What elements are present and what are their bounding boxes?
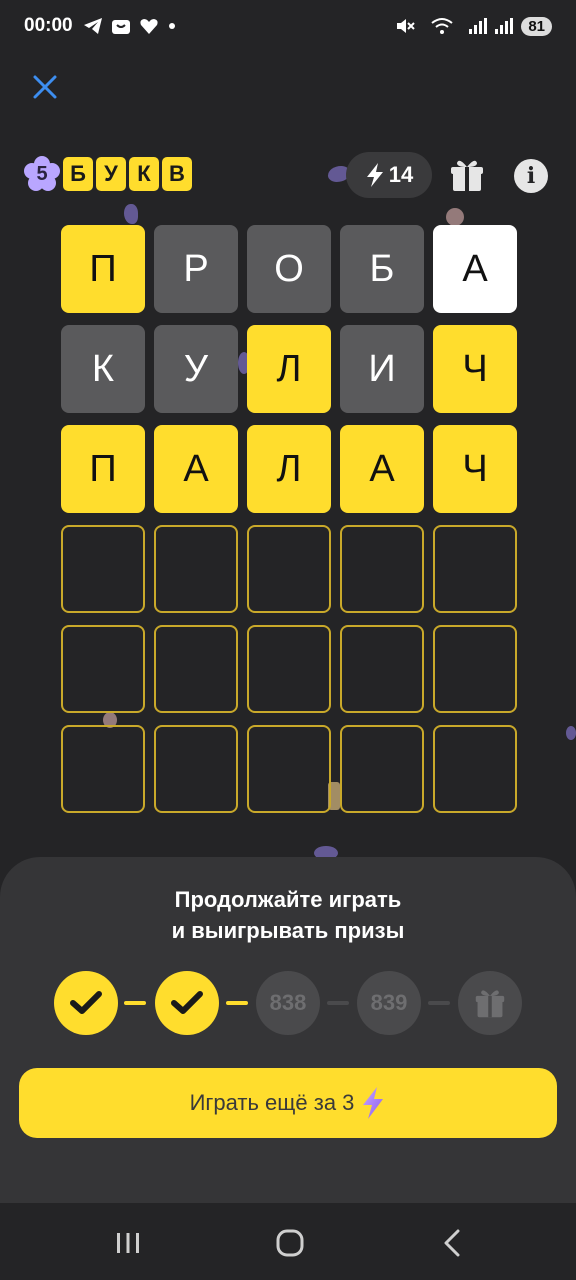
signal-icon-2: [495, 18, 514, 34]
progress-step-838: 838: [256, 971, 320, 1035]
letter-tile: А: [154, 425, 238, 513]
empty-tile: [433, 725, 517, 813]
progress-step-done: [155, 971, 219, 1035]
decor-blob: [566, 726, 576, 740]
lightning-icon: [366, 163, 383, 187]
signal-icon: [469, 18, 488, 34]
system-nav-bar: [0, 1203, 576, 1280]
status-bar: 00:00 81: [0, 0, 576, 52]
letter-tile: О: [247, 225, 331, 313]
progress-step-gift: [458, 971, 522, 1035]
telegram-icon: [83, 17, 103, 35]
empty-tile: [154, 625, 238, 713]
letter-tile: Ч: [433, 325, 517, 413]
letter-tile: Р: [154, 225, 238, 313]
letter-tile: Ч: [433, 425, 517, 513]
mute-icon: [395, 17, 416, 35]
battery-indicator: 81: [521, 16, 552, 36]
logo-letter: К: [129, 157, 159, 191]
progress-connector: [327, 1001, 349, 1005]
letter-tile: П: [61, 425, 145, 513]
sheet-title-line2: и выигрывать призы: [171, 918, 405, 943]
heart-icon: [139, 17, 159, 35]
gift-button[interactable]: [446, 154, 488, 196]
flower-badge-icon: 5: [24, 156, 60, 192]
empty-tile: [340, 625, 424, 713]
check-icon: [70, 991, 102, 1014]
empty-tile: [433, 625, 517, 713]
back-button[interactable]: [432, 1223, 472, 1263]
play-again-label: Играть ещё за 3: [189, 1090, 355, 1115]
home-button[interactable]: [270, 1223, 310, 1263]
letter-tile: Б: [340, 225, 424, 313]
progress-connector: [124, 1001, 146, 1005]
play-again-button[interactable]: Играть ещё за 3: [19, 1068, 557, 1138]
check-icon: [171, 991, 203, 1014]
home-icon: [276, 1229, 304, 1257]
letter-tile: Л: [247, 425, 331, 513]
letter-tile: А: [340, 425, 424, 513]
status-time: 00:00: [24, 15, 73, 36]
game-logo: 5 Б У К В: [24, 156, 192, 192]
lightning-icon: [363, 1087, 384, 1119]
logo-letter: У: [96, 157, 126, 191]
empty-tile: [340, 525, 424, 613]
info-button[interactable]: i: [514, 159, 548, 193]
empty-tile: [61, 525, 145, 613]
progress-connector: [226, 1001, 248, 1005]
recent-apps-button[interactable]: [108, 1223, 148, 1263]
empty-tile: [433, 525, 517, 613]
progress-tracker: 838 839: [54, 971, 522, 1035]
recent-apps-icon: [117, 1233, 139, 1253]
empty-tile: [247, 725, 331, 813]
decor-blob: [124, 204, 138, 224]
notification-dot-icon: [167, 21, 177, 31]
empty-tile: [154, 525, 238, 613]
info-icon: i: [526, 163, 536, 189]
shopping-bag-icon: [111, 17, 131, 35]
close-icon: [33, 75, 57, 99]
progress-step-839: 839: [357, 971, 421, 1035]
progress-connector: [428, 1001, 450, 1005]
letter-tile: И: [340, 325, 424, 413]
wifi-icon: [431, 17, 453, 35]
empty-tile: [247, 625, 331, 713]
empty-tile: [61, 725, 145, 813]
letter-tile: П: [61, 225, 145, 313]
empty-tile: [61, 625, 145, 713]
empty-tile: [154, 725, 238, 813]
logo-letter: В: [162, 157, 192, 191]
game-board: ПРОБАКУЛИЧПАЛАЧ: [61, 225, 517, 813]
energy-count: 14: [388, 162, 414, 187]
empty-tile: [247, 525, 331, 613]
sheet-title: Продолжайте играть и выигрывать призы: [0, 884, 576, 946]
gift-icon: [451, 160, 483, 191]
letter-tile: У: [154, 325, 238, 413]
energy-counter[interactable]: 14: [346, 152, 432, 198]
letter-tile: А: [433, 225, 517, 313]
decor-blob: [446, 208, 464, 226]
close-button[interactable]: [30, 72, 60, 102]
back-icon: [444, 1229, 460, 1257]
letter-tile: Л: [247, 325, 331, 413]
logo-number: 5: [36, 162, 48, 185]
empty-tile: [340, 725, 424, 813]
progress-step-done: [54, 971, 118, 1035]
gift-icon: [475, 990, 505, 1018]
sheet-title-line1: Продолжайте играть: [174, 887, 402, 912]
logo-letter: Б: [63, 157, 93, 191]
letter-tile: К: [61, 325, 145, 413]
